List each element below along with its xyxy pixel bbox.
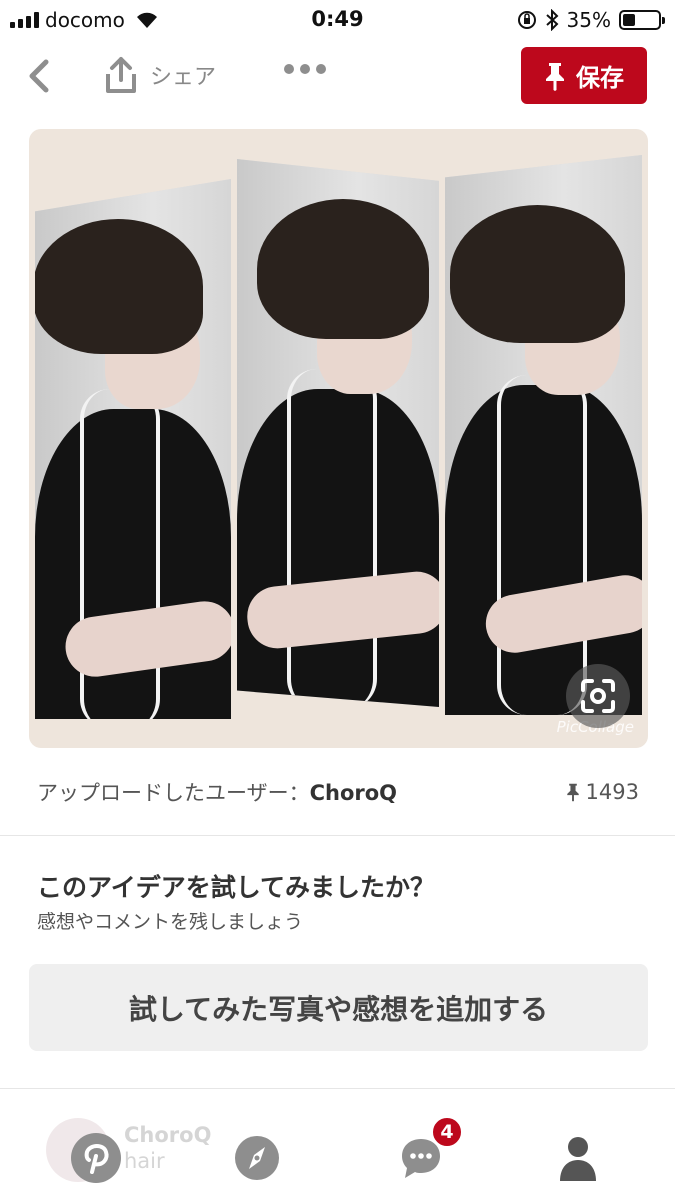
status-right: 35% — [517, 8, 665, 32]
notification-badge: 4 — [431, 1116, 463, 1148]
pinterest-logo-icon — [71, 1133, 121, 1183]
more-dot-icon — [284, 64, 294, 74]
photo-panel-left — [35, 179, 231, 719]
bluetooth-icon — [545, 9, 558, 31]
share-label: シェア — [150, 65, 217, 90]
battery-percent: 35% — [566, 8, 611, 32]
uploader-info[interactable]: アップロードしたユーザー：ChoroQ — [37, 777, 397, 807]
divider — [0, 1088, 675, 1089]
bottom-tab-bar: 4 — [0, 1112, 675, 1200]
save-button[interactable]: 保存 — [521, 47, 647, 104]
uploader-row: アップロードしたユーザー：ChoroQ 1493 — [37, 775, 639, 809]
back-button[interactable] — [24, 58, 58, 94]
share-button[interactable]: シェア — [104, 56, 216, 94]
pin-toolbar: シェア 保存 — [0, 44, 675, 108]
save-label: 保存 — [576, 64, 624, 92]
compass-icon — [235, 1136, 279, 1180]
more-dot-icon — [316, 64, 326, 74]
chevron-left-icon — [29, 59, 49, 93]
orientation-lock-icon — [517, 11, 536, 29]
pin-count: 1493 — [566, 780, 639, 804]
battery-icon — [619, 10, 665, 30]
pin-count-value: 1493 — [585, 780, 639, 804]
more-dot-icon — [300, 64, 310, 74]
uploader-name[interactable]: ChoroQ — [310, 781, 397, 805]
share-icon — [106, 57, 136, 93]
visual-search-icon — [581, 679, 615, 713]
divider — [0, 835, 675, 836]
photo-panel-center — [237, 159, 439, 707]
status-bar: docomo 0:49 35% — [0, 0, 675, 40]
pin-icon — [546, 62, 564, 91]
tab-messages[interactable]: 4 — [393, 1116, 463, 1186]
add-tried-photo-button[interactable]: 試してみた写真や感想を追加する — [29, 964, 648, 1051]
pin-icon — [566, 783, 579, 802]
tab-profile[interactable] — [550, 1130, 606, 1186]
tab-explore[interactable] — [229, 1130, 285, 1186]
person-icon — [560, 1137, 596, 1181]
uploader-prefix: アップロードしたユーザー： — [37, 781, 310, 805]
tab-home[interactable] — [68, 1130, 124, 1186]
tried-it-subtitle: 感想やコメントを残しましょう — [37, 911, 304, 933]
tried-it-title: このアイデアを試してみましたか？ — [37, 873, 436, 902]
more-options-button[interactable] — [284, 64, 326, 74]
battery-fill — [623, 14, 635, 26]
photo-panel-right — [445, 155, 642, 715]
visual-search-button[interactable] — [566, 664, 630, 728]
pin-image[interactable]: PicCollage — [29, 129, 648, 748]
